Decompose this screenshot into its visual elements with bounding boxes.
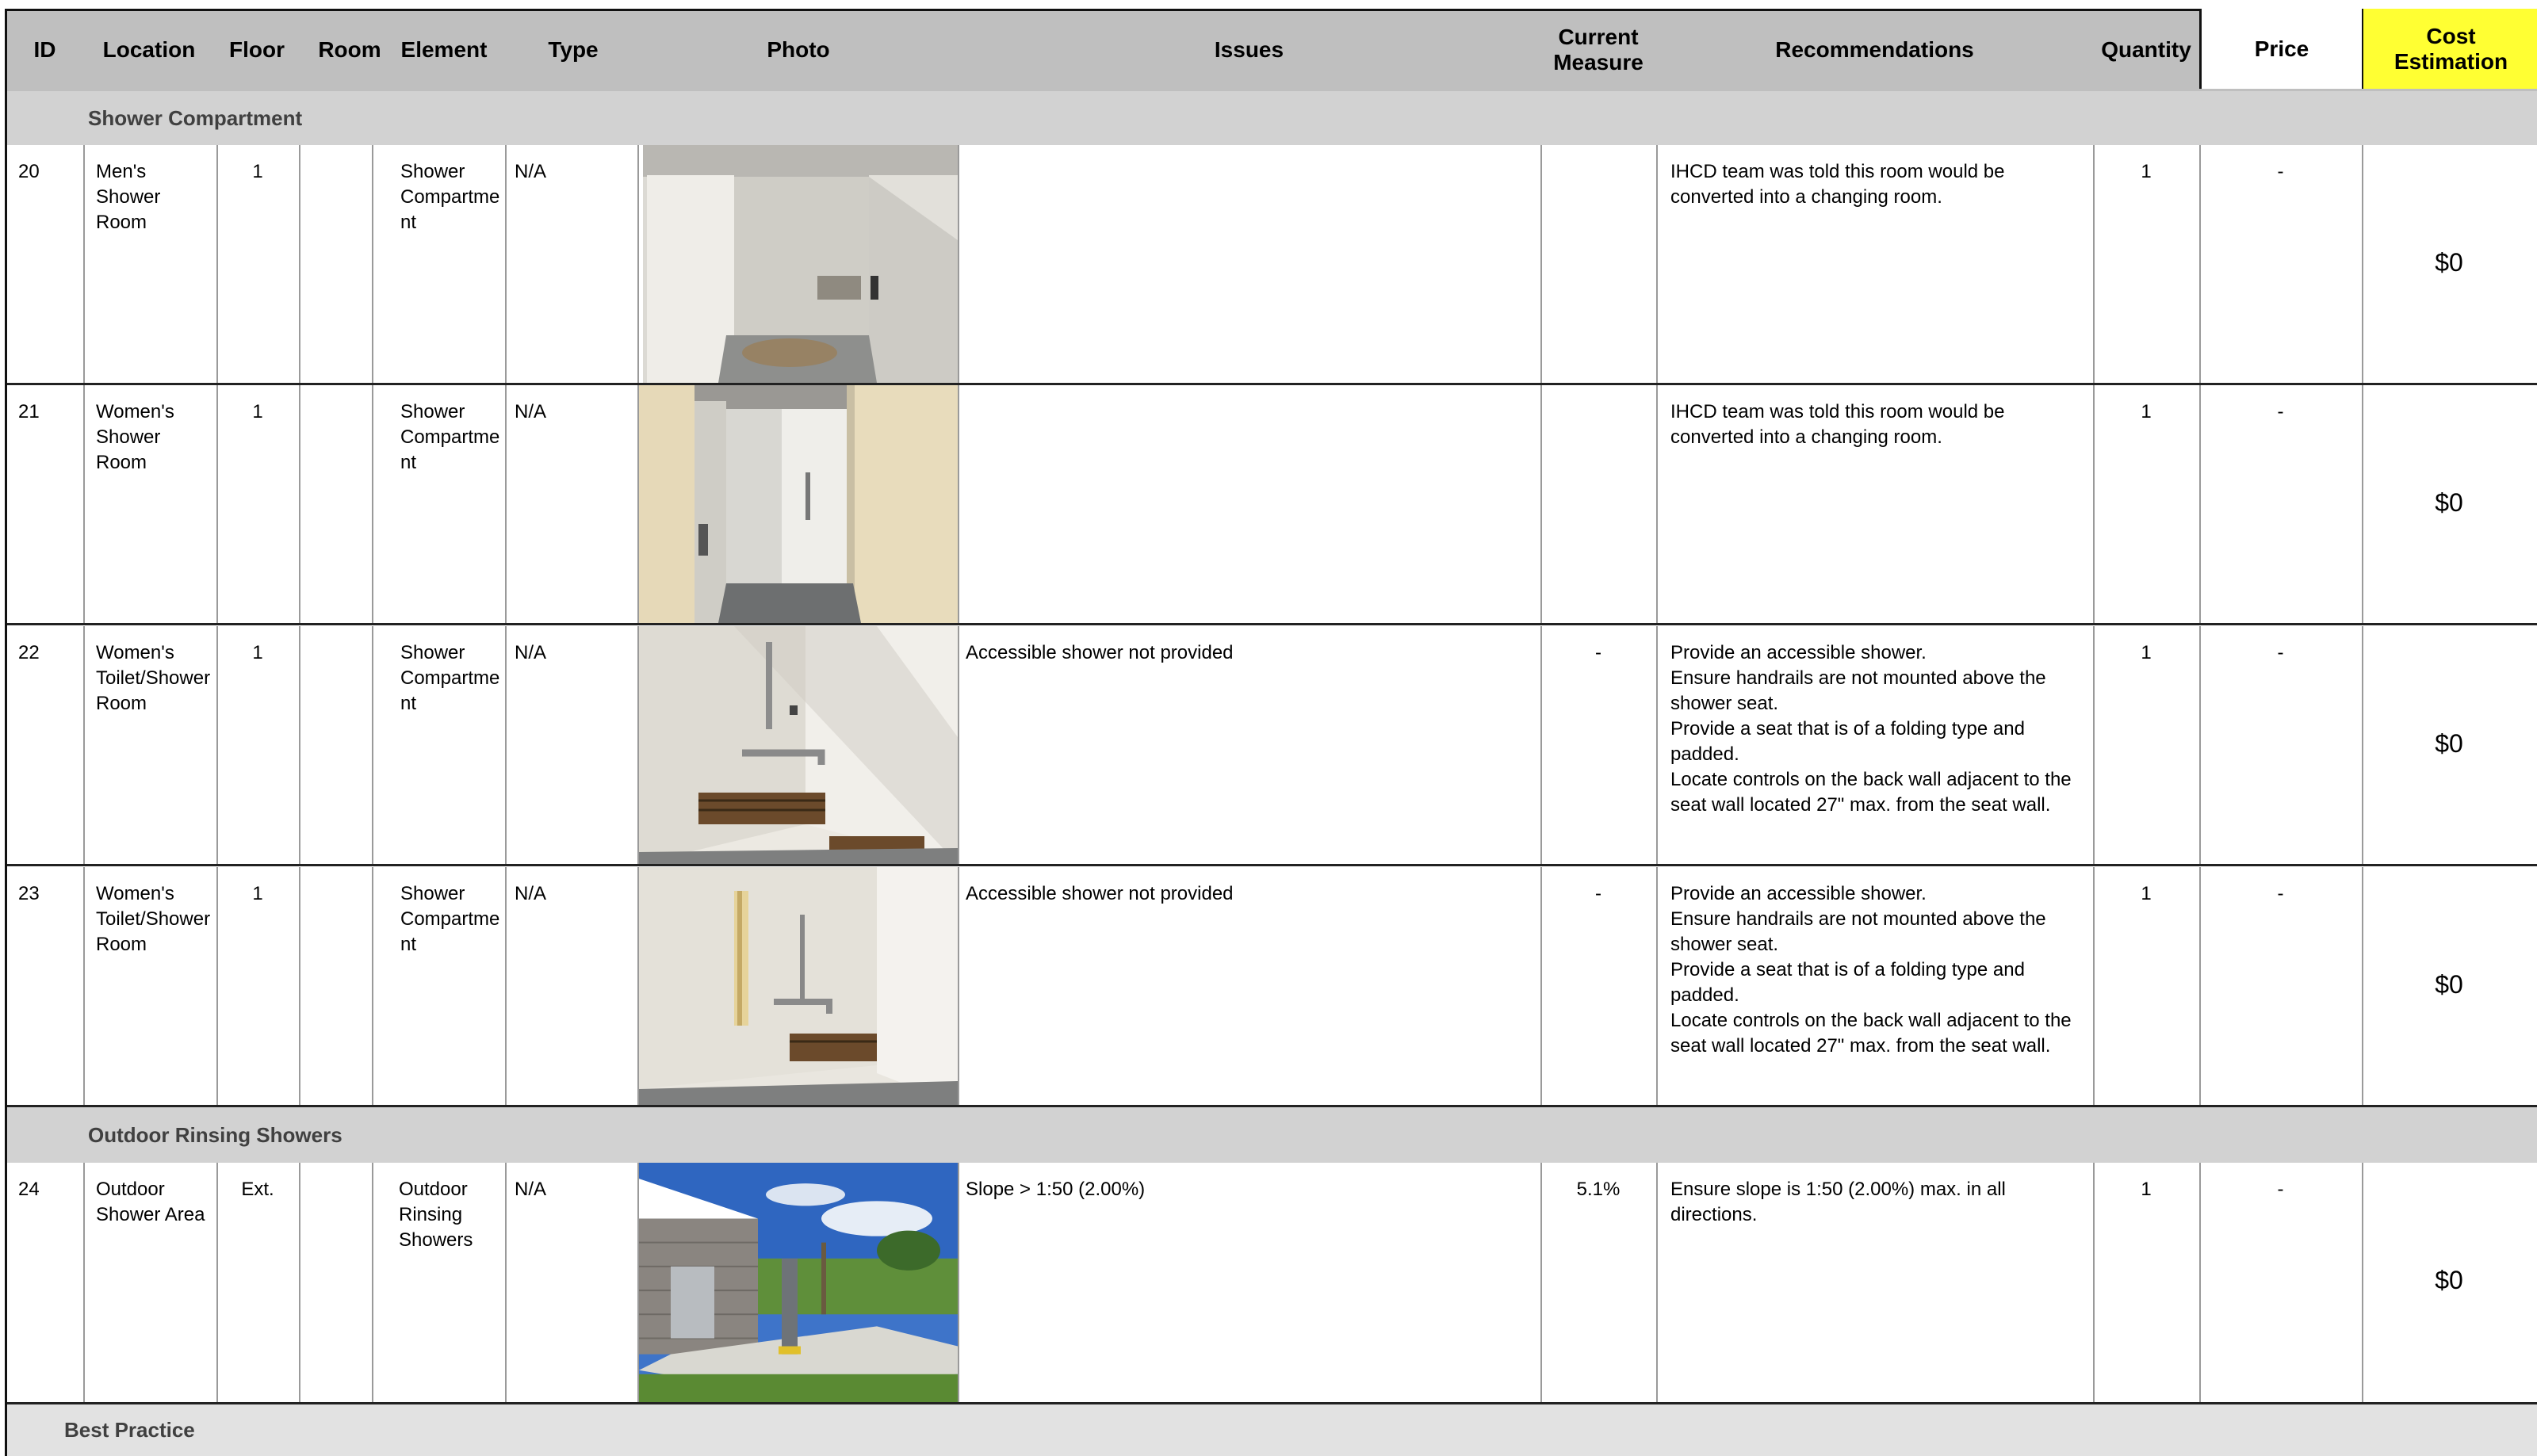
photo-shower-stall-partitions [639, 385, 958, 623]
cell-quantity: 1 [2141, 161, 2152, 182]
cell-price: - [2277, 1179, 2284, 1200]
cell-current-measure: 5.1% [1576, 1179, 1621, 1200]
cell-element: Shower Compartme nt [400, 161, 500, 233]
cell-price: - [2277, 883, 2284, 904]
cell-quantity: 1 [2141, 1179, 2152, 1200]
cell-quantity: 1 [2141, 883, 2152, 904]
cell-type: N/A [515, 161, 547, 182]
cell-floor: Ext. [241, 1179, 274, 1200]
cell-id: 23 [18, 883, 40, 904]
col-quantity-header: Quantity [2101, 37, 2191, 62]
section-title: Best Practice [64, 1418, 195, 1442]
col-price-header: Price [2199, 9, 2364, 89]
cell-location: Women's Toilet/Shower Room [96, 642, 211, 714]
cell-location: Women's Shower Room [96, 401, 174, 473]
cell-type: N/A [515, 883, 547, 904]
table-row[interactable]: 21 Women's Shower Room 1 Shower Compartm… [7, 385, 2537, 625]
col-id-header: ID [33, 37, 56, 62]
cell-id: 21 [18, 401, 40, 422]
col-location-header: Location [102, 37, 196, 62]
col-type-header: Type [548, 37, 599, 62]
col-element-header: Element [400, 37, 488, 62]
cell-issues: Accessible shower not provided [966, 883, 1234, 904]
cell-cost: $0 [2435, 970, 2463, 999]
cell-element: Shower Compartme nt [400, 883, 500, 955]
cell-price: - [2277, 401, 2284, 422]
cell-quantity: 1 [2141, 401, 2152, 422]
cell-quantity: 1 [2141, 642, 2152, 663]
cell-recommendations: IHCD team was told this room would be co… [1670, 401, 2005, 448]
cell-element: Shower Compartme nt [400, 642, 500, 714]
cell-id: 24 [18, 1179, 40, 1200]
cell-recommendations: IHCD team was told this room would be co… [1670, 161, 2005, 208]
spreadsheet: ID Location Floor Room Element Type Phot… [0, 0, 2537, 1456]
photo-shower-bench-grab-bars [639, 626, 958, 864]
cell-location: Women's Toilet/Shower Room [96, 883, 211, 955]
photo-outdoor-shower-post [639, 1163, 958, 1402]
cell-type: N/A [515, 642, 547, 663]
table-row[interactable]: 20 Men's Shower Room 1 Shower Compartme … [7, 145, 2537, 385]
cell-floor: 1 [252, 883, 263, 904]
cell-recommendations: Ensure slope is 1:50 (2.00%) max. in all… [1670, 1179, 2006, 1225]
cell-floor: 1 [252, 401, 263, 422]
col-issues-header: Issues [1214, 37, 1284, 62]
cell-id: 22 [18, 642, 40, 663]
section-outdoor-rinsing-showers: Outdoor Rinsing Showers [7, 1107, 2537, 1163]
cell-element: Shower Compartme nt [400, 401, 500, 473]
cell-issues: Accessible shower not provided [966, 642, 1234, 663]
cell-price: - [2277, 642, 2284, 663]
cell-recommendations: Provide an accessible shower. Ensure han… [1670, 642, 2072, 816]
section-shower-compartment: Shower Compartment [7, 91, 2537, 145]
section-best-practice: Best Practice [7, 1404, 2537, 1456]
cell-recommendations: Provide an accessible shower. Ensure han… [1670, 883, 2072, 1057]
col-photo-header: Photo [767, 37, 830, 62]
section-title: Outdoor Rinsing Showers [88, 1122, 342, 1147]
table-row[interactable]: 24 Outdoor Shower Area Ext. Outdoor Rins… [7, 1163, 2537, 1404]
cell-cost: $0 [2435, 248, 2463, 277]
photo-shower-stall-vent [639, 145, 958, 383]
cell-element: Outdoor Rinsing Showers [399, 1179, 473, 1251]
cell-floor: 1 [252, 642, 263, 663]
photo-shower-head-bar-bench [639, 867, 958, 1105]
cell-location: Men's Shower Room [96, 161, 161, 233]
cell-type: N/A [515, 1179, 547, 1200]
cell-current-measure: - [1595, 883, 1601, 904]
col-cost-estimation-header: Cost Estimation [2362, 9, 2537, 89]
cell-cost: $0 [2435, 1266, 2463, 1294]
cell-price: - [2277, 161, 2284, 182]
col-current-measure-header: Current Measure [1553, 25, 1644, 75]
cell-current-measure: - [1595, 642, 1601, 663]
cell-cost: $0 [2435, 488, 2463, 517]
cell-issues: Slope > 1:50 (2.00%) [966, 1179, 1146, 1200]
section-title: Shower Compartment [88, 105, 303, 130]
table-row[interactable]: 23 Women's Toilet/Shower Room 1 Shower C… [7, 867, 2537, 1107]
cell-floor: 1 [252, 161, 263, 182]
table-row[interactable]: 22 Women's Toilet/Shower Room 1 Shower C… [7, 626, 2537, 866]
col-recommendations-header: Recommendations [1775, 37, 1974, 62]
col-floor-header: Floor [229, 37, 285, 62]
cell-type: N/A [515, 401, 547, 422]
cell-location: Outdoor Shower Area [96, 1179, 205, 1225]
cell-cost: $0 [2435, 729, 2463, 758]
cell-id: 20 [18, 161, 40, 182]
